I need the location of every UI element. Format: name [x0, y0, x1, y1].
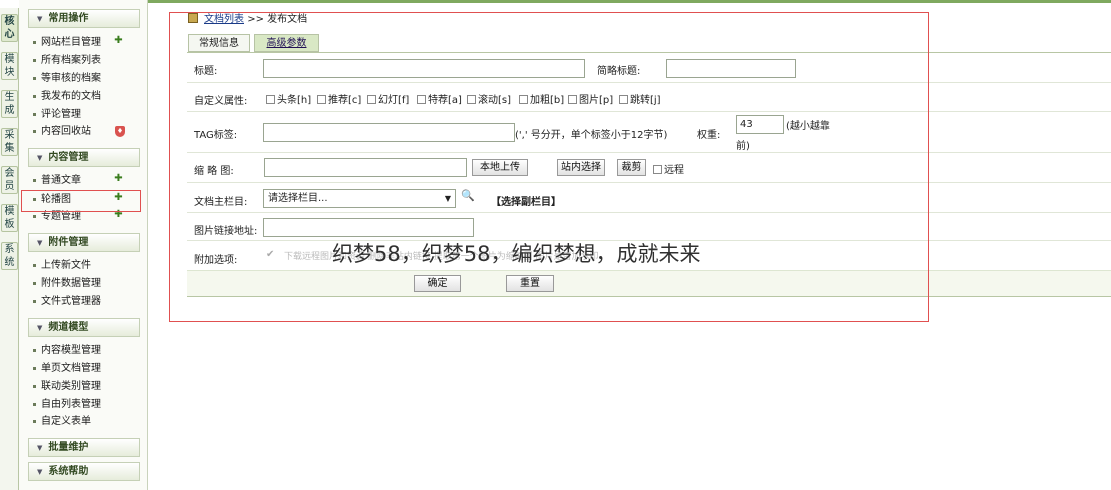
bullet-icon: [33, 402, 36, 406]
vtab-core[interactable]: 核心: [1, 14, 18, 42]
vtab-member[interactable]: 会员: [1, 166, 18, 194]
bullet-icon: [33, 299, 36, 303]
group-batch-maintenance[interactable]: ▼ 批量维护: [28, 438, 140, 457]
group-channel-models[interactable]: ▼ 频道模型: [28, 318, 140, 337]
group-content-mgmt[interactable]: ▼ 内容管理: [28, 148, 140, 167]
sidebar-item-free-lists[interactable]: 自由列表管理: [33, 397, 101, 412]
shield-icon[interactable]: ♦: [115, 126, 125, 137]
collapse-arrow-icon: ▼: [37, 239, 43, 247]
sidebar-item-attachment-data[interactable]: 附件数据管理: [33, 276, 101, 291]
top-accent-bar: [148, 0, 1111, 3]
vertical-tab-bar: 核心 模块 生成 采集 会员 模板 系统: [0, 8, 19, 490]
highlight-box: [21, 190, 141, 212]
add-icon[interactable]: ✚: [113, 174, 124, 185]
sidebar-item-site-columns[interactable]: 网站栏目管理: [33, 35, 101, 50]
sidebar-item-pending-archives[interactable]: 等审核的档案: [33, 71, 101, 86]
collapse-arrow-icon: ▼: [37, 15, 43, 23]
sidebar-item-linkage[interactable]: 联动类别管理: [33, 379, 101, 394]
app-root: 核心 模块 生成 采集 会员 模板 系统 ▼ 常用操作 网站栏目管理 ✚ 所有档案…: [0, 0, 1111, 490]
bullet-icon: [33, 58, 36, 62]
bullet-icon: [33, 281, 36, 285]
collapse-arrow-icon: ▼: [37, 468, 43, 476]
add-icon[interactable]: ✚: [113, 36, 124, 47]
sidebar-item-comments[interactable]: 评论管理: [33, 107, 81, 122]
bullet-icon: [33, 40, 36, 44]
sidebar-item-custom-forms[interactable]: 自定义表单: [33, 414, 91, 429]
bullet-icon: [33, 419, 36, 423]
vtab-template[interactable]: 模板: [1, 204, 18, 232]
bullet-icon: [33, 214, 36, 218]
vtab-system[interactable]: 系统: [1, 242, 18, 270]
vtab-generate[interactable]: 生成: [1, 90, 18, 118]
collapse-arrow-icon: ▼: [37, 324, 43, 332]
collapse-arrow-icon: ▼: [37, 444, 43, 452]
watermark-text: 织梦58，织梦58，编织梦想，成就未来: [332, 242, 701, 266]
sidebar-item-upload[interactable]: 上传新文件: [33, 258, 91, 273]
sidebar-item-all-archives[interactable]: 所有档案列表: [33, 53, 101, 68]
sidebar-item-recycle-bin[interactable]: 内容回收站: [33, 124, 91, 139]
bullet-icon: [33, 384, 36, 388]
bullet-icon: [33, 76, 36, 80]
sidebar-item-content-models[interactable]: 内容模型管理: [33, 343, 101, 358]
sidebar-item-single-pages[interactable]: 单页文档管理: [33, 361, 101, 376]
sidebar-item-articles[interactable]: 普通文章: [33, 173, 81, 188]
group-system-help[interactable]: ▼ 系统帮助: [28, 462, 140, 481]
bullet-icon: [33, 94, 36, 98]
group-attachments[interactable]: ▼ 附件管理: [28, 233, 140, 252]
bullet-icon: [33, 348, 36, 352]
bullet-icon: [33, 129, 36, 133]
sidebar-item-my-docs[interactable]: 我发布的文档: [33, 89, 101, 104]
sidebar-item-file-manager[interactable]: 文件式管理器: [33, 294, 101, 309]
bullet-icon: [33, 263, 36, 267]
vtab-module[interactable]: 模块: [1, 52, 18, 80]
group-common-ops[interactable]: ▼ 常用操作: [28, 9, 140, 28]
sidebar: ▼ 常用操作 网站栏目管理 ✚ 所有档案列表 等审核的档案 我发布的文档 评论管理…: [19, 0, 148, 490]
bullet-icon: [33, 112, 36, 116]
highlight-frame: [169, 12, 929, 322]
vtab-collect[interactable]: 采集: [1, 128, 18, 156]
collapse-arrow-icon: ▼: [37, 154, 43, 162]
bullet-icon: [33, 366, 36, 370]
bullet-icon: [33, 178, 36, 182]
